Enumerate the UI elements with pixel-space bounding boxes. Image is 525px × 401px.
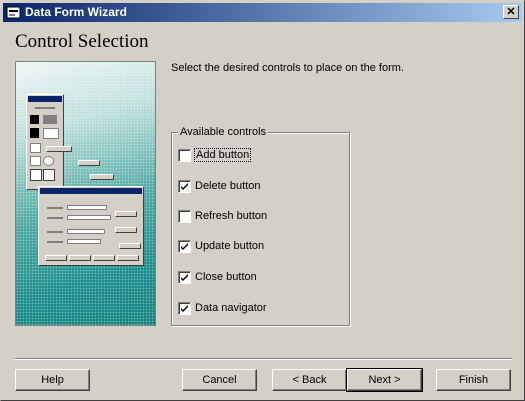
instruction-text: Select the desired controls to place on … [171, 62, 404, 74]
update-button-label: Update button [195, 240, 265, 252]
close-button-checkbox[interactable] [178, 271, 191, 284]
wizard-illustration [15, 61, 156, 326]
add-button-label: Add button [193, 148, 252, 162]
refresh-button-label: Refresh button [195, 210, 268, 222]
available-controls-label: Available controls [178, 126, 269, 138]
wizard-window: Data Form Wizard ✕ Control Selection Sel… [0, 0, 525, 401]
wizard-app-icon [6, 5, 21, 20]
delete-button-label: Delete button [195, 180, 261, 192]
footer-divider [15, 358, 512, 360]
data-navigator-checkbox[interactable] [178, 302, 191, 315]
toolbox-illustration [26, 94, 64, 190]
page-title: Control Selection [15, 31, 149, 52]
back-button[interactable]: < Back [272, 369, 347, 391]
close-button-label: Close button [195, 271, 257, 283]
form-illustration [38, 186, 144, 266]
window-title: Data Form Wizard [25, 5, 127, 19]
next-button[interactable]: Next > [346, 368, 423, 392]
help-button[interactable]: Help [15, 369, 90, 391]
close-icon[interactable]: ✕ [503, 5, 519, 19]
data-navigator-label: Data navigator [195, 302, 267, 314]
available-controls-group [171, 132, 350, 326]
finish-button[interactable]: Finish [436, 369, 511, 391]
cancel-button[interactable]: Cancel [182, 369, 257, 391]
title-bar[interactable]: Data Form Wizard ✕ [3, 3, 522, 22]
delete-button-checkbox[interactable] [178, 180, 191, 193]
refresh-button-checkbox[interactable] [178, 210, 191, 223]
add-button-checkbox[interactable] [178, 149, 191, 162]
update-button-checkbox[interactable] [178, 240, 191, 253]
